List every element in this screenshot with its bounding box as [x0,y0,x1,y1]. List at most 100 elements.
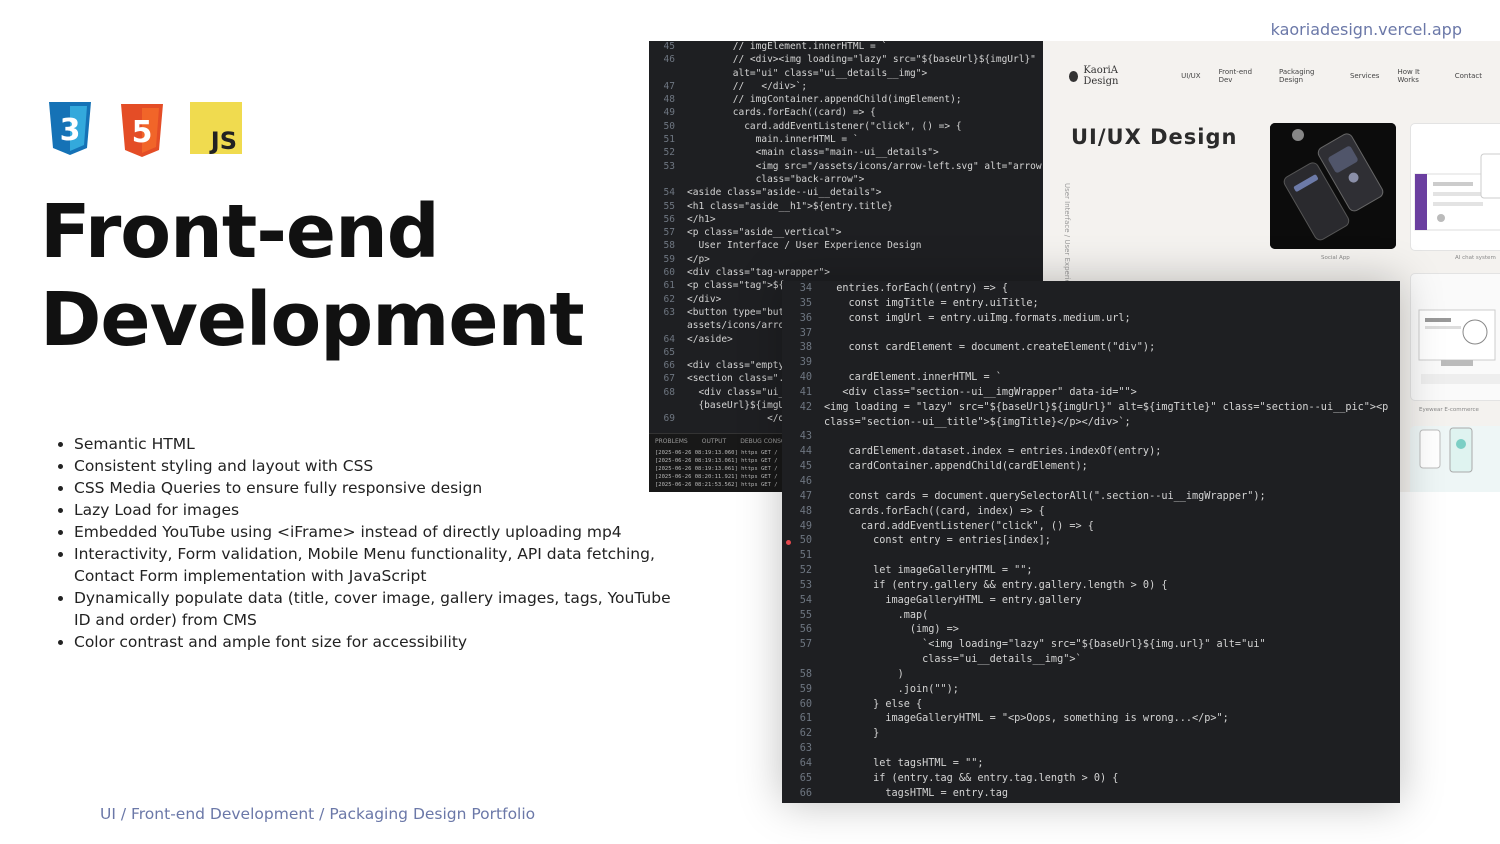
brand-name: KaoriA Design [1083,65,1119,87]
code-text: // imgContainer.appendChild(imgElement); [687,94,962,106]
code-line: 34 entries.forEach((entry) => { [782,283,1400,298]
code-text: alt="ui" class="ui__details__img"> [687,67,928,79]
code-editor-screenshot-front: 34 entries.forEach((entry) => {35 const … [782,281,1400,803]
code-line: 57 <p class="aside__vertical"> [649,227,1049,240]
line-number: 64 [663,333,675,345]
code-line: 60 } else { [782,699,1400,714]
line-number: 58 [799,668,812,680]
code-text: const imgUrl = entry.uiImg.formats.mediu… [824,312,1131,324]
line-number: 41 [799,386,812,398]
line-number: 57 [799,639,812,651]
code-text: <main class="main--ui__details"> [687,147,939,159]
social-app-card-image [1270,123,1396,249]
code-text: <img loading = "lazy" src="${baseUrl}${i… [824,401,1389,413]
line-number: 48 [663,94,675,106]
line-number: 55 [799,609,812,621]
code-line: 58 User Interface / User Experience Desi… [649,240,1049,253]
preview-nav-item: Packaging Design [1278,68,1315,84]
line-number: 51 [799,550,812,562]
code-text: <div class="empty" [687,360,790,372]
line-number: 59 [663,253,675,265]
line-number: 68 [663,386,675,398]
line-number: 54 [663,187,675,199]
code-text: </h1> [687,213,716,225]
code-text: <div class="ui__ [687,386,790,398]
code-text: let imageGalleryHTML = ""; [824,565,1033,577]
line-number: 51 [663,134,675,146]
ai-chat-caption: AI chat system [1455,255,1496,261]
code-line: 62 } [782,728,1400,743]
code-area: 34 entries.forEach((entry) => {35 const … [782,281,1400,803]
svg-text:5: 5 [132,115,153,150]
code-text: cards.forEach((card) => { [687,107,876,119]
line-number: 65 [799,772,812,784]
line-number: 62 [663,293,675,305]
site-link[interactable]: kaoriadesign.vercel.app [1271,20,1462,39]
code-line: 40 cardElement.innerHTML = ` [782,372,1400,387]
code-text: <h1 class="aside__h1">${entry.title} [687,200,893,212]
code-line: 53 if (entry.gallery && entry.gallery.le… [782,580,1400,595]
line-number: 48 [799,505,812,517]
code-text: cardElement.innerHTML = ` [824,372,1002,384]
code-text: .map( [824,609,929,621]
line-number: 63 [799,743,812,755]
panel-tab[interactable]: PROBLEMS [655,438,688,445]
code-line: 45 // imgElement.innerHTML = ` [649,41,1049,54]
code-text: User Interface / User Experience Design [687,240,922,252]
code-text: </p> [687,253,710,265]
code-text: <div class="section--ui__imgWrapper" dat… [824,386,1137,398]
line-number: 58 [663,240,675,252]
page-title: Front-end Development [40,188,585,364]
code-text: </aside> [687,333,733,345]
code-text: <p class="tag">${e [687,280,790,292]
code-text: .join(""); [824,683,959,695]
line-number: 40 [799,372,812,384]
line-number: 53 [663,160,675,172]
code-line: 52 let imageGalleryHTML = ""; [782,565,1400,580]
code-line: 60 <div class="tag-wrapper"> [649,267,1049,280]
code-line: 51 main.innerHTML = ` [649,134,1049,147]
preview-nav-item: Services [1349,72,1380,80]
code-text: `<img loading="lazy" src="${baseUrl}${im… [824,639,1266,651]
code-line: 37 [782,328,1400,343]
line-number: 45 [663,41,675,52]
code-line: 46 // <div><img loading="lazy" src="${ba… [649,54,1049,67]
code-text: if (entry.tag && entry.tag.length > 0) { [824,772,1119,784]
svg-text:3: 3 [60,113,81,148]
code-text: class="section--ui__title">${imgTitle}</… [824,416,1131,428]
code-line: 63 [782,743,1400,758]
feature-item: Semantic HTML [74,433,674,455]
social-app-caption: Social App [1321,255,1350,261]
line-number: 36 [799,312,812,324]
line-number: 66 [663,360,675,372]
line-number: 66 [799,787,812,799]
code-line: class="section--ui__title">${imgTitle}</… [782,417,1400,432]
line-number: 61 [663,280,675,292]
preview-nav-item: How It Works [1397,68,1420,84]
title-line-1: Front-end [40,189,440,275]
footer-text: UI / Front-end Development / Packaging D… [100,805,536,823]
code-text: const imgTitle = entry.uiTitle; [824,297,1039,309]
code-line: 59 .join(""); [782,684,1400,699]
code-text: </div> [687,293,722,305]
line-number: 64 [799,758,812,769]
code-text: if (entry.gallery && entry.gallery.lengt… [824,579,1168,591]
brand-logo-icon [1069,70,1079,82]
code-line: 56 </h1> [649,214,1049,227]
line-number: 52 [799,565,812,577]
code-text: cardElement.dataset.index = entries.inde… [824,446,1162,458]
line-number: 47 [663,80,675,92]
code-line: 45 cardContainer.appendChild(cardElement… [782,461,1400,476]
preview-heading: UI/UX Design [1071,125,1238,149]
code-text: card.addEventListener("click", () => { [687,120,962,132]
code-text: const entry = entries[index]; [824,535,1051,547]
code-text: ) [824,668,904,680]
code-text: assets/icons/arrow [687,320,790,332]
line-number: 50 [663,120,675,132]
code-line: 61 imageGalleryHTML = "<p>Oops, somethin… [782,713,1400,728]
panel-tab[interactable]: OUTPUT [702,438,726,445]
line-number: 35 [799,297,812,309]
code-line: 39 [782,357,1400,372]
code-text: card.addEventListener("click", () => { [824,520,1094,532]
feature-item: Lazy Load for images [74,499,674,521]
